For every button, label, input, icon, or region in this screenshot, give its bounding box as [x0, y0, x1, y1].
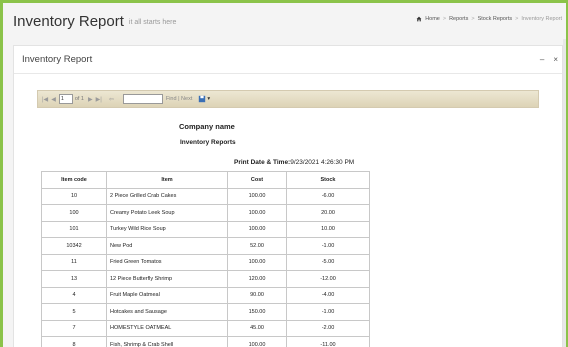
column-header: Cost — [227, 171, 287, 189]
table-row: 8 Fish, Shrimp & Crab Shell 100.00 -11.00 — [41, 336, 370, 347]
page-header: Inventory Report it all starts here Home… — [3, 3, 566, 39]
previous-page-icon[interactable]: ◀ — [51, 96, 56, 103]
last-page-icon[interactable]: ▶| — [96, 96, 102, 103]
print-date: Print Date & Time:9/23/2021 4:26:30 PM — [234, 159, 355, 166]
find-link[interactable]: Find — [166, 96, 177, 102]
table-row: 10342 New Pod 52.00 -1.00 — [41, 237, 370, 255]
breadcrumb: Home > Reports > Stock Reports > Invento… — [416, 16, 562, 22]
company-name: Company name — [179, 122, 235, 131]
find-links: Find | Next — [165, 96, 193, 102]
table-row: 4 Fruit Maple Oatmeal 90.00 -4.00 — [41, 286, 370, 304]
breadcrumb-stock-reports[interactable]: Stock Reports — [478, 16, 513, 22]
table-row: 13 12 Piece Butterfly Shrimp 120.00 -12.00 — [41, 270, 370, 288]
close-button[interactable]: × — [553, 55, 558, 64]
panel-header: Inventory Report – × — [14, 46, 562, 74]
inventory-table: Item code Item Cost Stock 10 2 Piece Gril… — [41, 171, 370, 347]
next-page-icon[interactable]: ▶ — [88, 96, 93, 103]
table-row: 101 Turkey Wild Rice Soup 100.00 10.00 — [41, 220, 370, 238]
minimize-button[interactable]: – — [540, 55, 544, 64]
report-title: Inventory Reports — [180, 139, 236, 146]
breadcrumb-current: Inventory Report — [521, 16, 562, 22]
first-page-icon[interactable]: |◀ — [42, 96, 48, 103]
breadcrumb-reports[interactable]: Reports — [449, 16, 468, 22]
back-to-parent-icon[interactable]: ⇦ — [109, 96, 114, 103]
panel-title: Inventory Report — [22, 54, 93, 65]
table-header-row: Item code Item Cost Stock — [41, 171, 370, 189]
table-row: 5 Hotcakes and Sausage 150.00 -1.00 — [41, 303, 370, 321]
home-icon — [416, 16, 422, 22]
table-row: 100 Creamy Potato Leek Soup 100.00 20.00 — [41, 204, 370, 222]
page-number-input[interactable] — [58, 94, 73, 104]
find-input[interactable] — [122, 94, 163, 104]
panel-tools: – × — [540, 55, 558, 64]
page-scrollbar[interactable] — [563, 39, 566, 347]
column-header: Stock — [286, 171, 370, 189]
table-row: 10 2 Piece Grilled Crab Cakes 100.00 -6.00 — [41, 187, 370, 205]
export-save-icon[interactable] — [198, 95, 206, 103]
next-link[interactable]: Next — [181, 96, 192, 102]
column-header: Item code — [41, 171, 107, 189]
page-count: of 1 — [74, 96, 84, 102]
report-viewer-toolbar: |◀ ◀ of 1 ▶ ▶| ⇦ Find | Next ▾ — [37, 90, 539, 108]
page-title: Inventory Report — [13, 12, 124, 30]
export-dropdown-icon[interactable]: ▾ — [207, 96, 210, 102]
breadcrumb-home[interactable]: Home — [425, 16, 440, 22]
table-row: 7 HOMESTYLE OATMEAL 45.00 -2.00 — [41, 319, 370, 337]
page-subtitle: it all starts here — [128, 19, 177, 26]
app-frame: Inventory Report it all starts here Home… — [0, 0, 568, 347]
report-panel: Inventory Report – × |◀ ◀ of 1 ▶ ▶| ⇦ Fi… — [13, 45, 563, 347]
column-header: Item — [106, 171, 228, 189]
table-row: 11 Fried Green Tomatos 100.00 -5.00 — [41, 253, 370, 271]
